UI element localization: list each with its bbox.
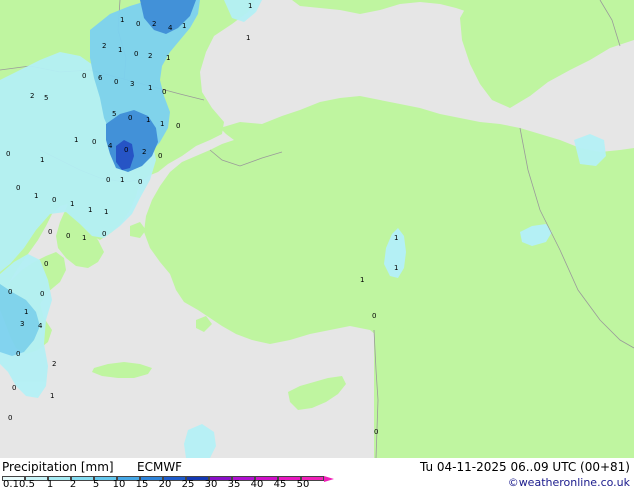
precip-point-value: 4 — [168, 24, 173, 32]
precip-point-value: 0 — [374, 428, 378, 436]
precip-point-value: 2 — [152, 20, 156, 28]
precip-point-value: 1 — [394, 264, 398, 272]
legend-label: 1 — [46, 479, 54, 490]
legend-label: 20 — [158, 479, 172, 490]
precip-point-value: 0 — [134, 50, 138, 58]
precip-point-value: 1 — [394, 234, 398, 242]
precip-point-value: 0 — [102, 230, 106, 238]
precip-point-value: 1 — [82, 234, 86, 242]
precip-point-value: 1 — [104, 208, 108, 216]
precip-point-value: 0 — [12, 384, 16, 392]
precip-point-value: 0 — [6, 150, 10, 158]
precip-point-value: 1 — [74, 136, 78, 144]
precip-point-value: 1 — [248, 2, 252, 10]
precip-point-value: 0 — [16, 350, 20, 358]
map-footer: Precipitation [mm] ECMWF Tu 04-11-2025 0… — [0, 458, 634, 490]
precip-point-value: 1 — [146, 116, 150, 124]
footer-title: Precipitation [mm] — [2, 460, 114, 474]
precip-point-value: 0 — [16, 184, 20, 192]
footer-datetime: Tu 04-11-2025 06..09 UTC (00+81) — [419, 460, 630, 474]
legend-label: 2 — [69, 479, 77, 490]
precip-point-value: 1 — [120, 176, 124, 184]
precip-point-value: 1 — [166, 54, 170, 62]
precip-point-value: 3 — [130, 80, 134, 88]
footer-credit: ©weatheronline.co.uk — [507, 476, 630, 489]
precip-point-value: 0 — [124, 146, 128, 154]
legend-label: 25 — [181, 479, 195, 490]
precip-point-value: 0 — [128, 114, 132, 122]
precip-point-value: 0 — [114, 78, 118, 86]
precip-point-value: 0 — [136, 20, 140, 28]
precip-point-value: 2 — [142, 148, 146, 156]
precip-point-value: 0 — [66, 232, 70, 240]
precip-point-value: 1 — [34, 192, 38, 200]
precip-point-value: 5 — [44, 94, 48, 102]
precip-point-value: 0 — [8, 414, 12, 422]
precip-point-value: 0 — [44, 260, 48, 268]
map-canvas: 1 0 2 4 1112 1 0 2 10 6 0 3 1 0525 0 1 1 04 0 2 01 0011 0001 0 1… — [0, 0, 634, 458]
precip-point-value: 1 — [70, 200, 74, 208]
precip-point-value: 1 — [360, 276, 364, 284]
precip-point-value: 1 — [246, 34, 250, 42]
precip-point-value: 1 — [40, 156, 44, 164]
legend-label: 0.1 — [3, 479, 19, 490]
precip-point-value: 2 — [52, 360, 56, 368]
precip-point-value: 1 — [88, 206, 92, 214]
legend-label: 35 — [227, 479, 241, 490]
legend-label: 40 — [250, 479, 264, 490]
precip-point-value: 5 — [112, 110, 116, 118]
precip-point-value: 1 — [118, 46, 122, 54]
precip-point-value: 0 — [138, 178, 142, 186]
precip-point-value: 1 — [120, 16, 124, 24]
precip-point-value: 1 — [24, 308, 28, 316]
precip-point-value: 1 — [182, 22, 186, 30]
precip-point-value: 2 — [148, 52, 152, 60]
legend-label: 0.5 — [19, 479, 35, 490]
precip-point-value: 6 — [98, 74, 103, 82]
precip-point-value: 0 — [82, 72, 86, 80]
precipitation-map: 1024111210210603105250110402010011000101… — [0, 0, 634, 458]
precip-point-value: 0 — [158, 152, 162, 160]
precip-point-value: 0 — [8, 288, 12, 296]
precip-point-value: 0 — [162, 88, 166, 96]
legend-label: 5 — [92, 479, 100, 490]
precip-point-value: 0 — [52, 196, 56, 204]
precip-point-value: 4 — [108, 142, 113, 150]
precip-point-value: 0 — [92, 138, 96, 146]
legend-label: 30 — [204, 479, 218, 490]
precip-point-value: 3 — [20, 320, 24, 328]
precip-point-value: 4 — [38, 322, 43, 330]
precip-point-value: 1 — [160, 120, 164, 128]
precip-point-value: 1 — [50, 392, 54, 400]
precip-point-value: 0 — [40, 290, 44, 298]
footer-model: ECMWF — [137, 460, 183, 474]
legend-label: 45 — [273, 479, 287, 490]
precip-point-value: 1 — [148, 84, 152, 92]
precip-point-value: 0 — [372, 312, 376, 320]
precip-point-value: 2 — [102, 42, 106, 50]
legend-arrow — [324, 476, 334, 482]
precip-point-value: 0 — [106, 176, 110, 184]
precip-point-value: 2 — [30, 92, 34, 100]
legend-label: 50 — [296, 479, 310, 490]
precip-point-value: 0 — [48, 228, 52, 236]
legend-label: 10 — [112, 479, 126, 490]
precip-point-value: 0 — [176, 122, 180, 130]
legend-label: 15 — [135, 479, 149, 490]
